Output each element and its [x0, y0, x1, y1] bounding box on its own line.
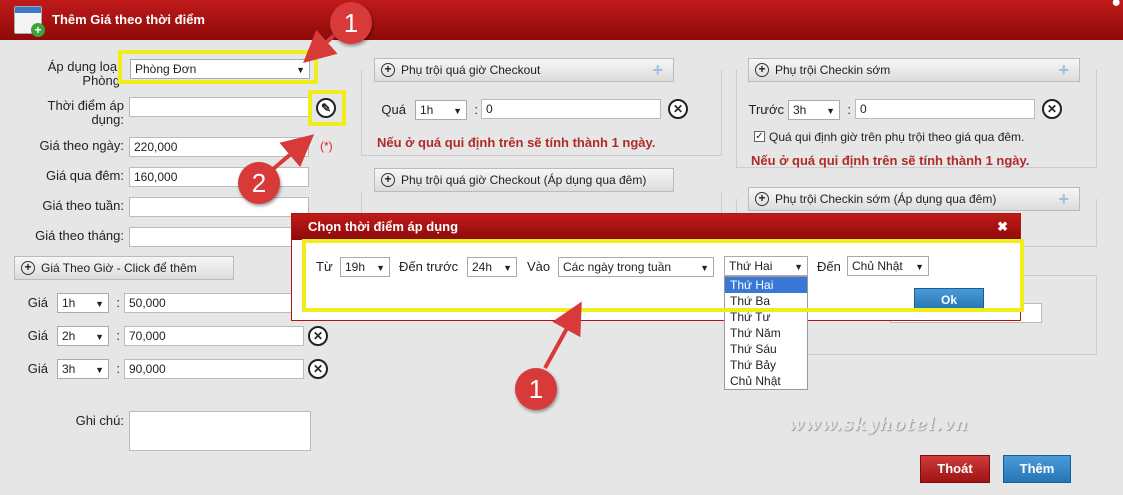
- add-button[interactable]: Thêm: [1003, 455, 1071, 483]
- watermark: www.skyhotel.vn: [788, 414, 969, 435]
- annotation-badge: 2: [238, 162, 280, 204]
- exit-button[interactable]: Thoát: [920, 455, 990, 483]
- annotation-badge: 1: [330, 2, 372, 44]
- annotation-badge: 1: [515, 368, 557, 410]
